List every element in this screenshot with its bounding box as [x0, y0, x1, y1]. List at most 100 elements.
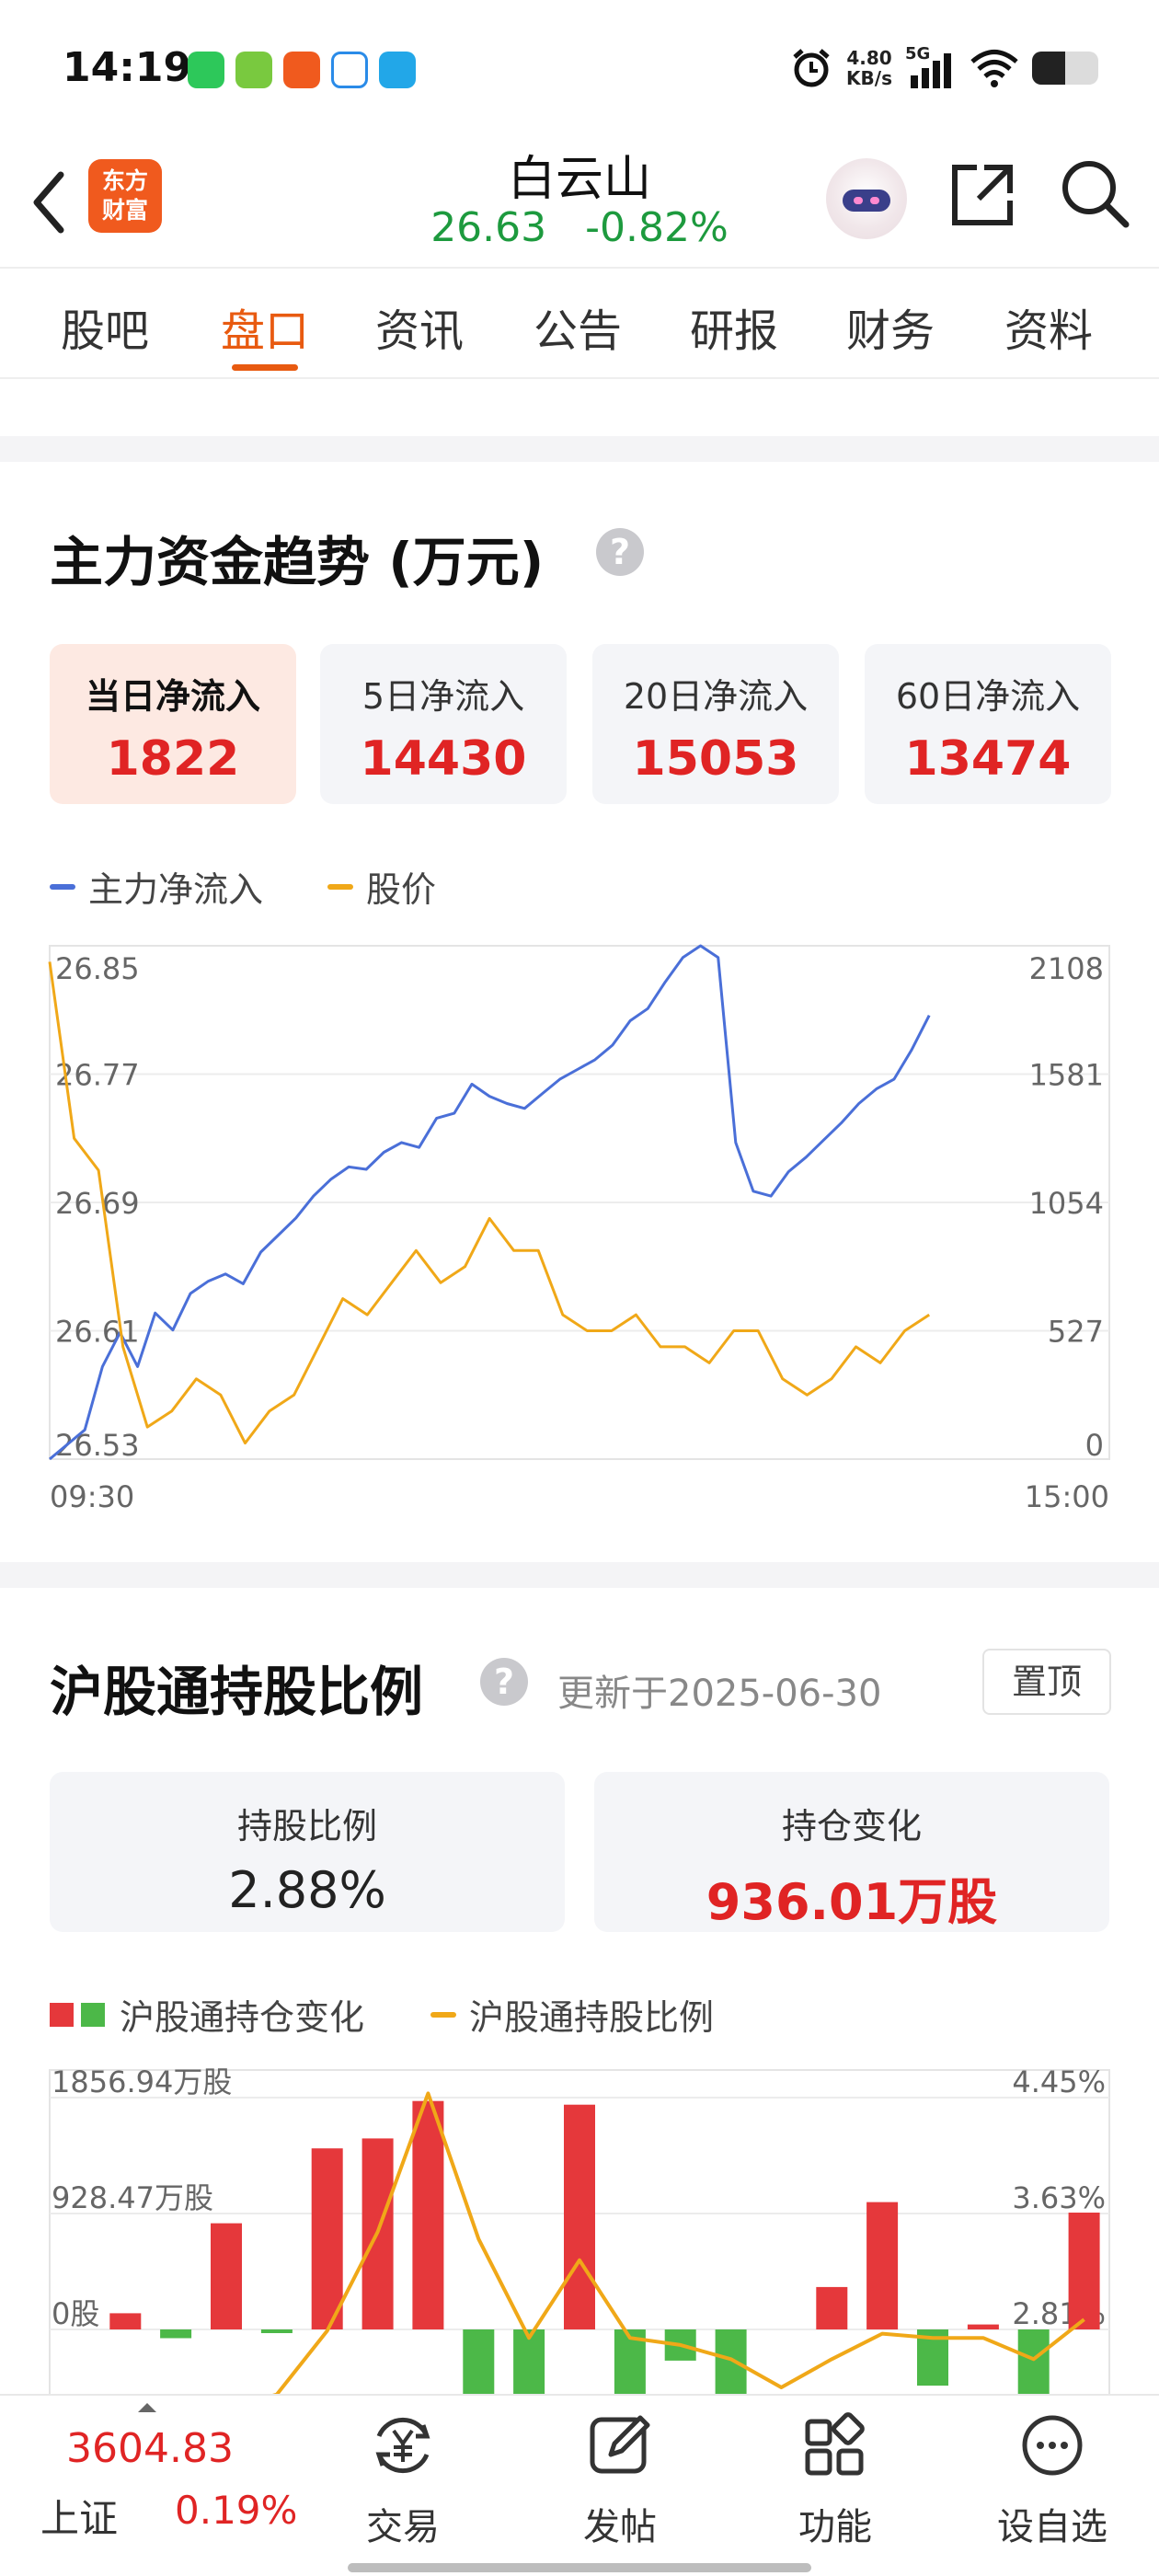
edit-icon	[590, 2415, 650, 2474]
tab-pankou[interactable]: 盘口	[221, 294, 309, 359]
stat-card-60d[interactable]: 60日净流入 13474	[865, 644, 1111, 804]
bar-decrease	[160, 2329, 192, 2339]
section-divider	[0, 436, 1159, 462]
nav-label: 发帖	[583, 2506, 657, 2548]
stat-value: 15053	[632, 731, 799, 787]
y-left-tick: 0股	[52, 2296, 99, 2331]
stock-price: 26.63	[430, 204, 547, 251]
section-divider	[0, 1562, 1159, 1588]
tab-announcements[interactable]: 公告	[534, 294, 622, 359]
functions-button[interactable]: 功能	[752, 2409, 918, 2565]
y-left-tick: 1856.94万股	[52, 2064, 232, 2099]
bar-increase	[967, 2324, 999, 2329]
y-right-tick: 0	[1085, 1428, 1104, 1463]
stock-change: -0.82%	[585, 204, 729, 251]
signal-icon: 5G	[905, 44, 957, 88]
bar-increase	[109, 2313, 142, 2329]
y-right-tick: 2108	[1029, 951, 1104, 986]
bar-increase	[211, 2223, 242, 2329]
northbound-chart: 1856.94万股 4.45%928.47万股 3.63%0股 2.81%	[49, 2064, 1110, 2394]
share-icon[interactable]	[947, 160, 1017, 230]
battery-icon	[1032, 52, 1098, 85]
alarm-icon	[793, 49, 830, 87]
battery-fill	[1032, 52, 1065, 85]
legend-swatch-price	[327, 883, 354, 890]
expand-caret-icon	[138, 2403, 156, 2412]
stat-label: 60日净流入	[895, 676, 1081, 717]
wechat-icon	[188, 52, 224, 88]
net-speed-unit: KB/s	[846, 67, 892, 89]
northbound-chart-legend: 沪股通持仓变化 沪股通持股比例	[50, 1989, 714, 2040]
status-time: 14:19	[63, 44, 192, 91]
telecom-icon	[331, 52, 368, 88]
status-indicators: 4.80 KB/s 5G	[789, 44, 1098, 90]
status-bar: 14:19 4.80 KB/s 5G	[0, 0, 1159, 138]
stat-card-today[interactable]: 当日净流入 1822	[50, 644, 296, 804]
y-right-tick: 1581	[1029, 1058, 1104, 1093]
home-indicator[interactable]	[348, 2563, 811, 2572]
bar-increase	[564, 2104, 595, 2329]
trade-button[interactable]: 交易	[320, 2409, 486, 2565]
app-icon	[283, 52, 320, 88]
ai-assistant-icon[interactable]	[826, 158, 907, 239]
index-change: 0.19%	[175, 2488, 298, 2533]
y-right-tick: 527	[1048, 1315, 1104, 1350]
bar-increase	[1068, 2213, 1100, 2329]
position-change-value: 936.01万股	[706, 1873, 998, 1931]
pin-top-button[interactable]: 置顶	[982, 1649, 1111, 1715]
y-left-tick: 928.47万股	[52, 2180, 213, 2215]
robot-face	[843, 190, 890, 212]
index-name: 上证	[40, 2496, 119, 2541]
tab-profile[interactable]: 资料	[1004, 294, 1093, 359]
update-date: 更新于2025-06-30	[557, 1673, 882, 1715]
help-icon[interactable]: ?	[596, 528, 644, 576]
holding-ratio-card: 持股比例 2.88%	[50, 1772, 565, 1932]
legend-label: 主力净流入	[88, 869, 264, 910]
bar-increase	[816, 2286, 848, 2329]
y-right-tick: 1054	[1029, 1186, 1104, 1221]
holding-ratio-value: 2.88%	[228, 1861, 386, 1919]
app-icon	[235, 52, 272, 88]
y-left-tick: 26.85	[55, 951, 140, 986]
stock-tabs: 股吧 盘口 资讯 公告 研报 财务 资料	[0, 267, 1159, 379]
net-speed: 4.80 KB/s	[846, 48, 892, 88]
tab-research[interactable]: 研报	[690, 294, 778, 359]
active-tab-indicator	[232, 364, 298, 371]
robot-eye	[870, 197, 879, 204]
legend-swatch-decrease	[81, 2002, 105, 2027]
index-ticker[interactable]: 3604.83 上证 0.19%	[0, 2396, 313, 2576]
net-speed-value: 4.80	[846, 47, 892, 69]
trade-icon	[375, 2417, 430, 2474]
index-value: 3604.83	[66, 2425, 234, 2472]
tab-guba[interactable]: 股吧	[61, 294, 149, 359]
stat-label: 20日净流入	[623, 676, 809, 717]
stat-value: 13474	[904, 731, 1072, 787]
tab-finance[interactable]: 财务	[846, 294, 935, 359]
grid-icon	[805, 2412, 865, 2476]
app-icon	[379, 52, 416, 88]
add-watchlist-button[interactable]: 设自选	[970, 2409, 1135, 2565]
search-icon[interactable]	[1058, 156, 1131, 230]
stat-value: 1822	[106, 731, 240, 787]
stat-label: 当日净流入	[85, 676, 260, 717]
position-change-card: 持仓变化 936.01万股	[594, 1772, 1109, 1932]
wifi-icon	[970, 50, 1018, 87]
legend-swatch-ratio	[430, 2011, 457, 2018]
help-icon[interactable]: ?	[480, 1658, 528, 1706]
bar-increase	[412, 2100, 444, 2329]
stat-card-5d[interactable]: 5日净流入 14430	[320, 644, 567, 804]
bar-increase	[311, 2148, 343, 2329]
stat-card-20d[interactable]: 20日净流入 15053	[592, 644, 839, 804]
tab-news[interactable]: 资讯	[375, 294, 464, 359]
fund-chart-legend: 主力净流入 股价	[50, 861, 436, 912]
post-button[interactable]: 发帖	[537, 2409, 703, 2565]
legend-label: 沪股通持仓变化	[120, 1997, 365, 2038]
robot-eye	[854, 197, 863, 204]
position-change-label: 持仓变化	[781, 1806, 922, 1846]
stock-header: 东方 财富 白云山 26.63 -0.82%	[0, 138, 1159, 267]
fund-trend-title: 主力资金趋势 (万元)	[50, 531, 545, 593]
x-tick: 09:30	[50, 1479, 134, 1514]
y-left-tick: 26.69	[55, 1186, 140, 1221]
bar-decrease	[1017, 2329, 1050, 2394]
northbound-title: 沪股通持股比例	[50, 1661, 424, 1723]
